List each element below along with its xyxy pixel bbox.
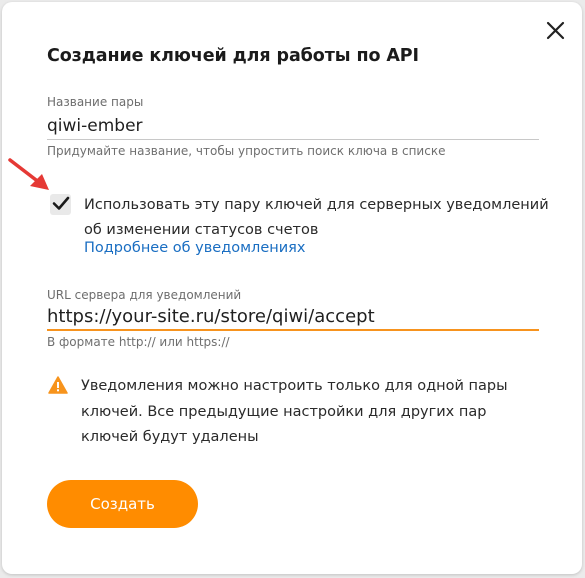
notifications-checkbox[interactable] (50, 194, 71, 215)
pair-name-input[interactable] (47, 114, 537, 138)
warning-icon (48, 376, 68, 394)
close-button[interactable] (542, 17, 570, 45)
server-url-hint: В формате http:// или https:// (47, 335, 230, 349)
notifications-info-link[interactable]: Подробнее об уведомлениях (84, 240, 305, 256)
warning-text: Уведомления можно настроить только для о… (81, 378, 508, 445)
checkmark-icon (52, 196, 70, 210)
pair-name-hint: Придумайте название, чтобы упростить пои… (47, 144, 446, 158)
dialog-title: Создание ключей для работы по API (47, 46, 419, 66)
create-api-keys-dialog: Создание ключей для работы по API Назван… (2, 2, 582, 574)
pair-name-underline (47, 139, 539, 140)
close-icon (546, 21, 565, 40)
server-url-underline (47, 329, 539, 331)
server-url-input[interactable] (47, 303, 539, 329)
create-button[interactable]: Создать (47, 480, 198, 528)
red-arrow-icon (8, 158, 49, 190)
pair-name-label: Название пары (47, 95, 144, 109)
notifications-checkbox-label: Использовать эту пару ключей для серверн… (84, 197, 549, 238)
server-url-label: URL сервера для уведомлений (47, 288, 242, 302)
